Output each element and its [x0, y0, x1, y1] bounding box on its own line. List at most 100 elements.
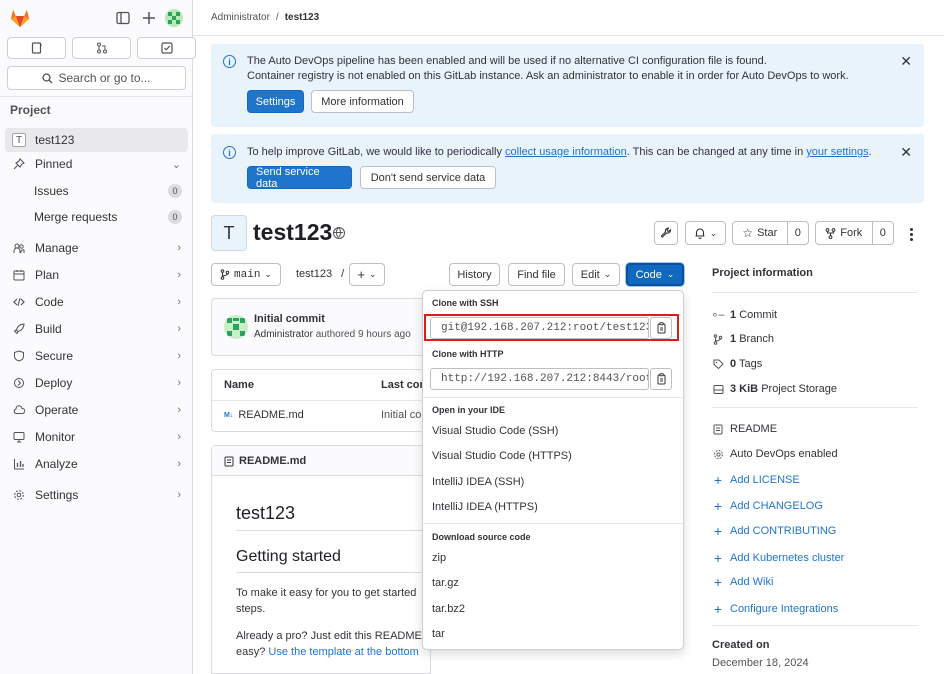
repo-path-root[interactable]: test123: [296, 268, 332, 280]
ide-intellij-ssh-item[interactable]: IntelliJ IDEA (SSH): [432, 476, 524, 488]
fork-button[interactable]: Fork 0: [815, 221, 894, 245]
code-dropdown-button[interactable]: Code ⌄: [626, 263, 684, 286]
sidebar-item-secure[interactable]: Secure ›: [5, 344, 188, 368]
sidebar-item-operate[interactable]: Operate ›: [5, 398, 188, 422]
add-changelog-link[interactable]: + Add CHANGELOG: [712, 498, 823, 514]
file-name-link[interactable]: README.md: [238, 409, 303, 421]
top-bar: Administrator / test123: [193, 0, 944, 36]
gitlab-logo-icon[interactable]: [9, 7, 31, 29]
download-zip-item[interactable]: zip: [432, 552, 446, 564]
markdown-file-icon: M↓: [224, 411, 234, 419]
http-url-input[interactable]: http://192.168.207.212:8443/root/test123…: [430, 368, 649, 390]
assigned-issues-button[interactable]: [7, 37, 66, 59]
copy-http-url-button[interactable]: [650, 368, 672, 390]
ssh-clone-highlight-box: [424, 314, 679, 341]
add-wiki-link[interactable]: + Add Wiki: [712, 574, 774, 590]
table-divider: [212, 400, 430, 401]
sidebar-item-pinned[interactable]: Pinned ⌄: [5, 152, 188, 176]
tags-count: 0: [730, 358, 737, 370]
notifications-dropdown[interactable]: ⌄: [685, 221, 726, 245]
last-commit-box: Initial commit Administrator authored 9 …: [211, 298, 431, 356]
ide-vscode-ssh-item[interactable]: Visual Studio Code (SSH): [432, 425, 558, 437]
sidebar-item-manage[interactable]: Manage ›: [5, 236, 188, 260]
breadcrumb-current[interactable]: test123: [285, 12, 319, 23]
send-service-data-button[interactable]: Send service data: [247, 166, 352, 190]
breadcrumb-parent-link[interactable]: Administrator: [211, 12, 270, 23]
add-kubernetes-cluster-link[interactable]: + Add Kubernetes cluster: [712, 550, 844, 566]
your-settings-link[interactable]: your settings: [806, 146, 868, 158]
create-new-icon[interactable]: [139, 8, 159, 28]
alert-line-2: Container registry is not enabled on thi…: [247, 70, 849, 82]
left-sidebar: Search or go to... Project T test123 Pin…: [0, 0, 196, 674]
close-icon[interactable]: ✕: [900, 144, 912, 161]
tags-link[interactable]: 0 Tags: [712, 358, 762, 370]
ide-vscode-https-item[interactable]: Visual Studio Code (HTTPS): [432, 450, 572, 462]
commit-title-link[interactable]: Initial commit: [254, 313, 325, 325]
panel-divider: [712, 407, 918, 408]
download-tar-bz2-item[interactable]: tar.bz2: [432, 603, 465, 615]
sidebar-item-merge-requests[interactable]: Merge requests 0: [5, 205, 188, 229]
dont-send-service-data-button[interactable]: Don't send service data: [360, 166, 496, 189]
sidebar-item-label: Settings: [35, 488, 79, 502]
branch-icon: [220, 269, 230, 280]
link-label: Add Kubernetes cluster: [730, 552, 845, 564]
star-button[interactable]: ☆ Star 0: [732, 221, 809, 245]
sidebar-item-code[interactable]: Code ›: [5, 290, 188, 314]
collect-usage-link[interactable]: collect usage information: [505, 146, 627, 158]
commits-link[interactable]: ∘– 1 Commit: [712, 308, 778, 322]
download-tar-item[interactable]: tar: [432, 628, 445, 640]
project-settings-button[interactable]: [654, 221, 678, 245]
table-row[interactable]: M↓ README.md: [224, 409, 304, 421]
sidebar-quick-tabs: [7, 37, 196, 59]
ide-intellij-https-item[interactable]: IntelliJ IDEA (HTTPS): [432, 501, 538, 513]
user-avatar[interactable]: [165, 9, 183, 27]
auto-devops-link[interactable]: Auto DevOps enabled: [712, 448, 838, 460]
todo-list-button[interactable]: [137, 37, 196, 59]
sidebar-item-deploy[interactable]: Deploy ›: [5, 371, 188, 395]
sidebar-item-settings[interactable]: Settings ›: [5, 483, 188, 507]
branches-link[interactable]: 1 Branch: [712, 333, 774, 345]
close-icon[interactable]: ✕: [900, 53, 912, 70]
storage-link[interactable]: 3 KiB Project Storage: [712, 383, 837, 395]
find-file-button[interactable]: Find file: [508, 263, 565, 286]
add-to-tree-dropdown[interactable]: + ⌄: [349, 263, 385, 286]
readme-text: easy?: [236, 646, 269, 658]
sidebar-item-analyze[interactable]: Analyze ›: [5, 452, 188, 476]
sidebar-item-label: Operate: [35, 403, 79, 417]
add-license-link[interactable]: + Add LICENSE: [712, 472, 800, 488]
merge-requests-button[interactable]: [72, 37, 131, 59]
chevron-right-icon: ›: [177, 458, 181, 470]
sidebar-item-project[interactable]: T test123: [5, 128, 188, 152]
column-header-name: Name: [224, 379, 254, 391]
history-button[interactable]: History: [449, 263, 500, 286]
sidebar-item-plan[interactable]: Plan ›: [5, 263, 188, 287]
commit-author-avatar[interactable]: [224, 315, 248, 339]
file-last-commit[interactable]: Initial co: [381, 409, 421, 421]
pin-icon: [11, 158, 27, 170]
more-information-button[interactable]: More information: [311, 90, 414, 113]
fork-count[interactable]: 0: [871, 222, 893, 244]
plus-icon: +: [713, 601, 723, 617]
branch-selector[interactable]: main ⌄: [211, 263, 281, 286]
add-contributing-link[interactable]: + Add CONTRIBUTING: [712, 523, 836, 539]
sidebar-section-label: Project: [10, 103, 51, 117]
sidebar-item-label: Manage: [35, 241, 79, 255]
configure-integrations-link[interactable]: + Configure Integrations: [712, 601, 838, 617]
readme-link[interactable]: README: [712, 423, 777, 435]
download-tar-gz-item[interactable]: tar.gz: [432, 577, 459, 589]
star-count[interactable]: 0: [786, 222, 808, 244]
sidebar-top: [0, 0, 193, 36]
settings-button[interactable]: Settings: [247, 90, 304, 113]
search-button[interactable]: Search or go to...: [7, 66, 186, 90]
readme-panel: README.md test123 Getting started To mak…: [211, 445, 432, 674]
more-actions-icon[interactable]: [903, 224, 919, 244]
globe-icon: [333, 227, 345, 239]
sidebar-item-issues[interactable]: Issues 0: [5, 179, 188, 203]
collapse-sidebar-icon[interactable]: [113, 8, 133, 28]
template-link[interactable]: Use the template at the bottom: [268, 646, 418, 658]
sidebar-item-label: Plan: [35, 268, 60, 282]
sidebar-item-monitor[interactable]: Monitor ›: [5, 425, 188, 449]
sidebar-item-build[interactable]: Build ›: [5, 317, 188, 341]
commit-author-link[interactable]: Administrator: [254, 329, 313, 340]
edit-dropdown[interactable]: Edit ⌄: [572, 263, 620, 286]
